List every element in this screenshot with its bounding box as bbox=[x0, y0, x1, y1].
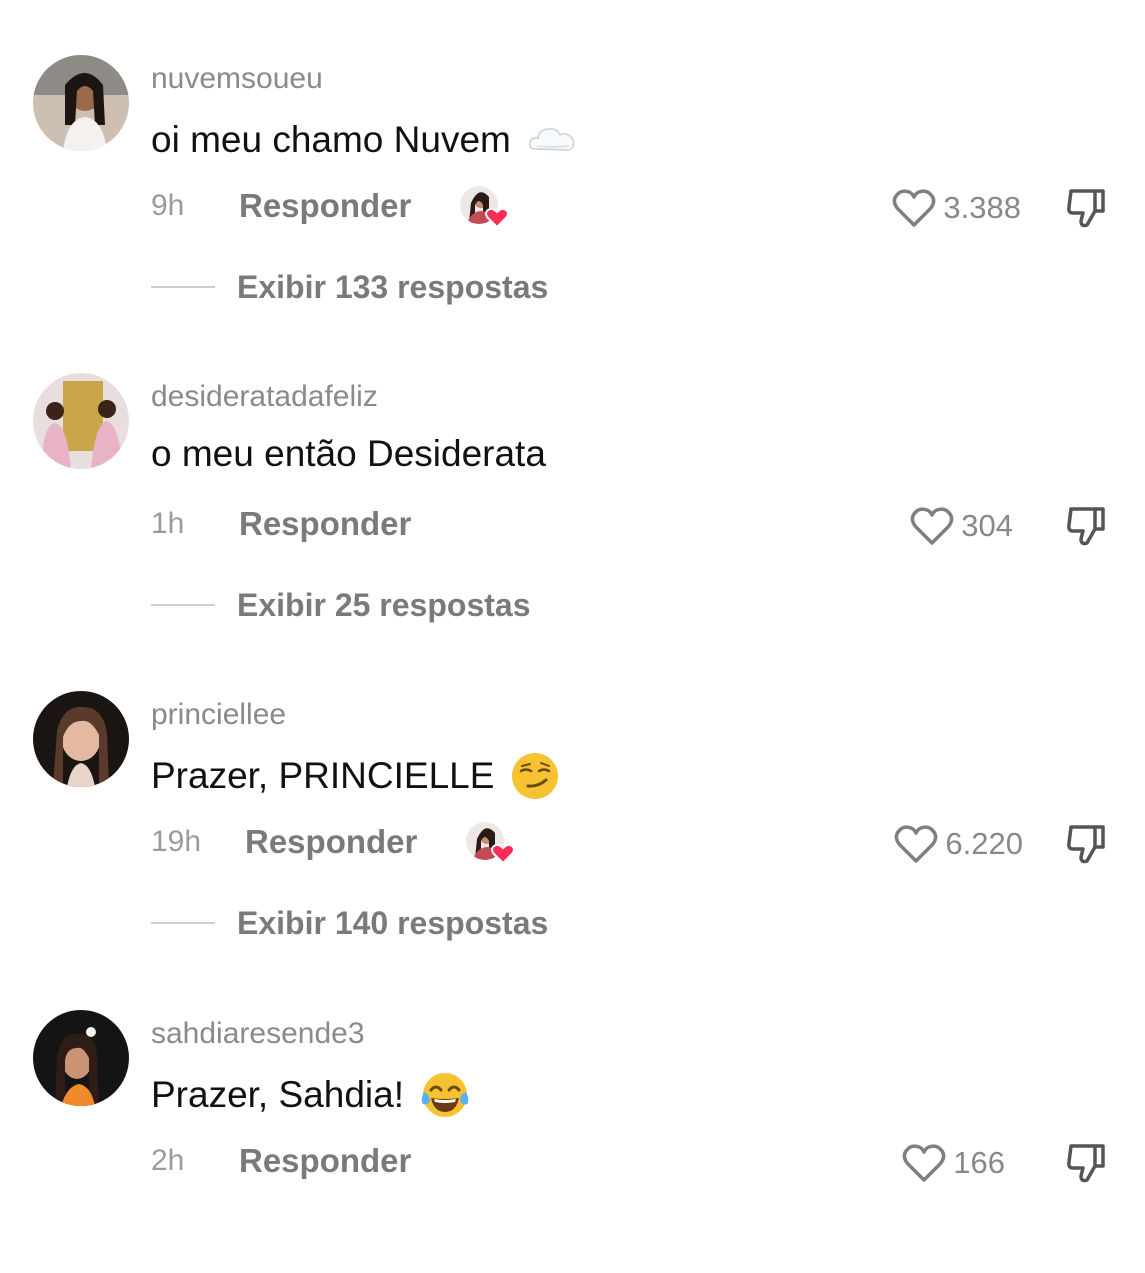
user-avatar[interactable] bbox=[33, 55, 129, 151]
thumbs-down-icon bbox=[1067, 1144, 1105, 1183]
reply-button[interactable]: Responder bbox=[239, 505, 411, 543]
replies-divider bbox=[151, 286, 215, 288]
comment-text-content: Prazer, PRINCIELLE bbox=[151, 755, 495, 796]
comment-item: sahdiaresende3 Prazer, Sahdia! 2h Respon… bbox=[0, 955, 1145, 1273]
tears-of-joy-emoji-icon bbox=[420, 1070, 470, 1120]
user-avatar[interactable] bbox=[33, 691, 129, 787]
comment-username[interactable]: desideratadafeliz bbox=[151, 380, 378, 414]
comment-text-content: Prazer, Sahdia! bbox=[151, 1074, 404, 1115]
dislike-button[interactable] bbox=[1063, 821, 1111, 867]
comment-text: o meu então Desiderata bbox=[151, 433, 546, 475]
reply-button[interactable]: Responder bbox=[239, 1142, 411, 1180]
heart-icon bbox=[491, 843, 515, 865]
smirking-face-emoji-icon bbox=[510, 751, 560, 801]
heart-icon bbox=[485, 207, 509, 229]
like-count: 166 bbox=[953, 1145, 1005, 1180]
replies-divider bbox=[151, 922, 215, 924]
like-button[interactable]: 3.388 bbox=[891, 185, 1021, 231]
thumbs-down-icon bbox=[1067, 507, 1105, 546]
creator-liked-badge bbox=[465, 819, 517, 867]
comment-meta-row: 1h Responder 304 bbox=[151, 501, 1111, 551]
cloud-emoji-icon bbox=[527, 115, 577, 165]
dislike-button[interactable] bbox=[1063, 1140, 1111, 1186]
dislike-button[interactable] bbox=[1063, 503, 1111, 549]
view-replies-button[interactable]: Exibir 25 respostas bbox=[151, 583, 530, 627]
comment-username[interactable]: sahdiaresende3 bbox=[151, 1017, 365, 1051]
heart-outline-icon bbox=[893, 189, 936, 227]
creator-liked-badge bbox=[459, 183, 511, 231]
comment-text: Prazer, Sahdia! bbox=[151, 1070, 470, 1120]
view-replies-button[interactable]: Exibir 133 respostas bbox=[151, 265, 548, 309]
like-button[interactable]: 6.220 bbox=[893, 821, 1023, 867]
heart-outline-icon bbox=[902, 1144, 946, 1182]
replies-divider bbox=[151, 604, 215, 606]
comment-time: 9h bbox=[151, 189, 185, 222]
comment-item: nuvemsoueu oi meu chamo Nuvem 9h Respond… bbox=[0, 0, 1145, 318]
thumbs-down-icon bbox=[1067, 825, 1105, 864]
comment-text: oi meu chamo Nuvem bbox=[151, 115, 577, 165]
view-replies-button[interactable]: Exibir 140 respostas bbox=[151, 901, 548, 945]
view-replies-label: Exibir 25 respostas bbox=[237, 586, 531, 623]
like-count: 3.388 bbox=[943, 190, 1021, 225]
comment-username[interactable]: princiellee bbox=[151, 698, 286, 732]
dislike-button[interactable] bbox=[1063, 185, 1111, 231]
comment-item: desideratadafeliz o meu então Desiderata… bbox=[0, 318, 1145, 636]
comment-meta-row: 9h Responder 3.388 bbox=[151, 183, 1111, 233]
like-count: 6.220 bbox=[945, 826, 1023, 861]
view-replies-label: Exibir 133 respostas bbox=[237, 268, 549, 305]
comment-text-content: oi meu chamo Nuvem bbox=[151, 119, 511, 160]
comment-text-content: o meu então Desiderata bbox=[151, 433, 546, 474]
comment-time: 1h bbox=[151, 507, 185, 540]
like-button[interactable]: 166 bbox=[901, 1140, 1005, 1186]
heart-outline-icon bbox=[895, 825, 938, 863]
comment-username[interactable]: nuvemsoueu bbox=[151, 62, 323, 96]
comment-item: princiellee Prazer, PRINCIELLE 19h Respo… bbox=[0, 636, 1145, 954]
thumbs-down-icon bbox=[1067, 189, 1105, 228]
comment-time: 2h bbox=[151, 1144, 185, 1177]
comment-meta-row: 19h Responder 6.220 bbox=[151, 819, 1111, 869]
user-avatar[interactable] bbox=[33, 1010, 129, 1106]
view-replies-label: Exibir 140 respostas bbox=[237, 904, 549, 941]
comment-time: 19h bbox=[151, 825, 202, 858]
user-avatar[interactable] bbox=[33, 373, 129, 469]
comment-meta-row: 2h Responder 166 bbox=[151, 1138, 1111, 1188]
heart-outline-icon bbox=[910, 507, 954, 545]
reply-button[interactable]: Responder bbox=[245, 823, 417, 861]
reply-button[interactable]: Responder bbox=[239, 187, 411, 225]
like-count: 304 bbox=[961, 508, 1013, 543]
comment-text: Prazer, PRINCIELLE bbox=[151, 751, 560, 801]
like-button[interactable]: 304 bbox=[909, 503, 1013, 549]
